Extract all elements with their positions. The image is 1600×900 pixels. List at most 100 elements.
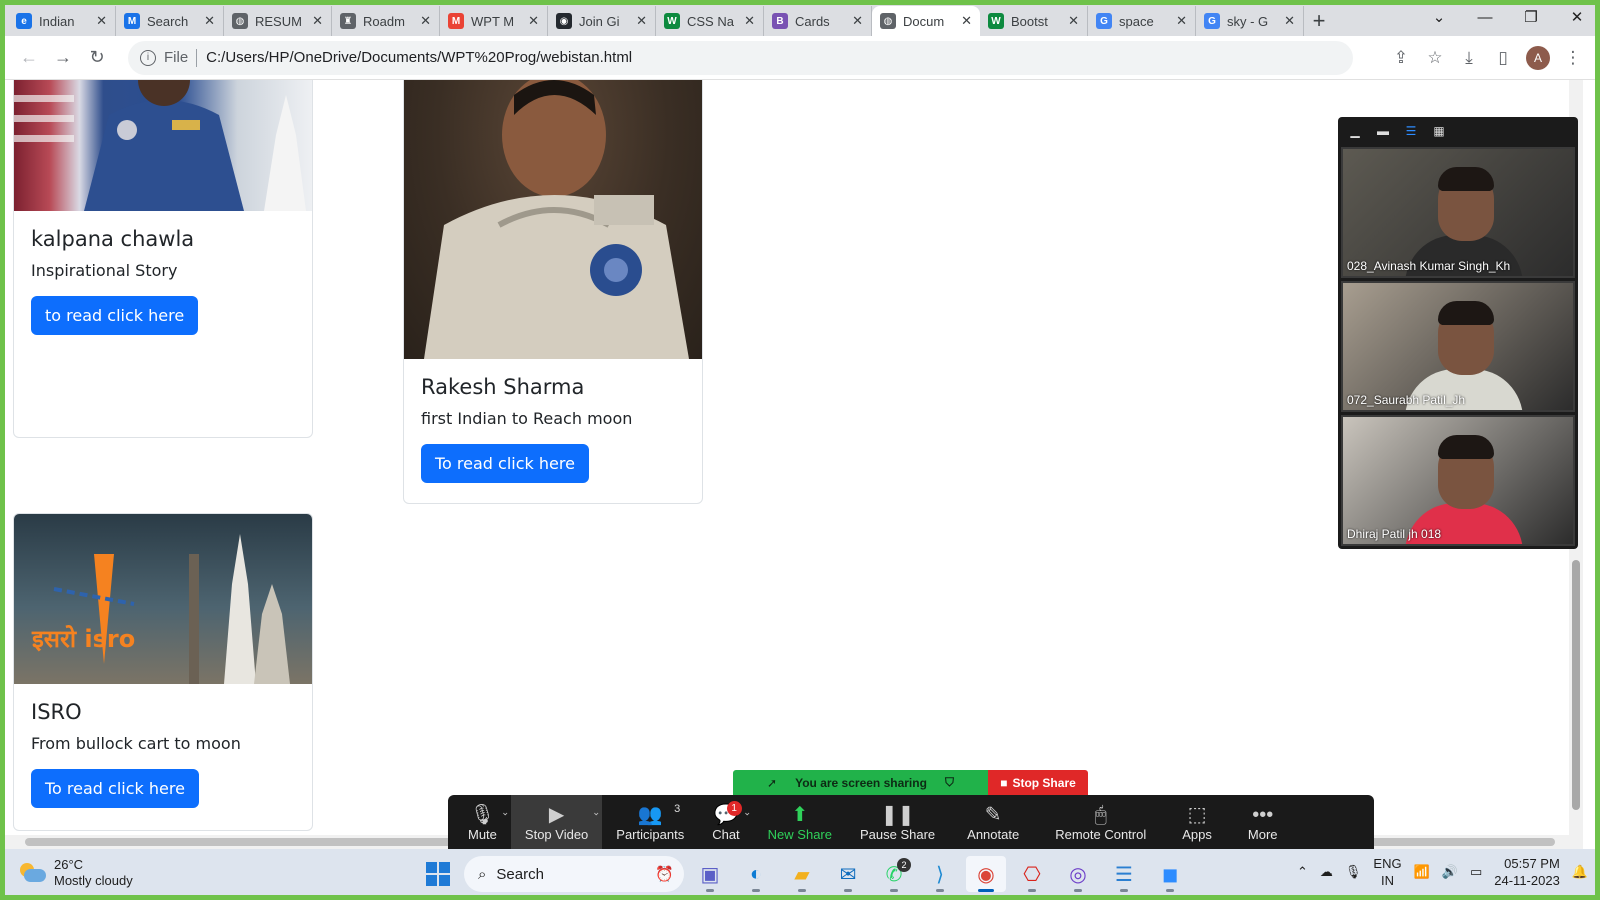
- speaker-view-icon[interactable]: ▬: [1374, 124, 1392, 138]
- chat-button[interactable]: 💬 Chat 1 ⌃: [698, 795, 753, 849]
- minimize-button[interactable]: —: [1462, 0, 1508, 34]
- tab-10[interactable]: Gspace ✕: [1088, 6, 1196, 36]
- url-text[interactable]: C:/Users/HP/OneDrive/Documents/WPT%20Pro…: [206, 49, 632, 66]
- taskbar-search[interactable]: ⌕ Search ⏰: [464, 856, 684, 892]
- chrome-icon[interactable]: ◉: [966, 856, 1006, 892]
- battery-icon[interactable]: ▭: [1470, 864, 1482, 880]
- apps-button[interactable]: ⬚ Apps: [1164, 795, 1230, 849]
- participant-video-tile[interactable]: 028_Avinash Kumar Singh_Kh: [1341, 147, 1575, 278]
- tab-close-icon[interactable]: ✕: [1284, 13, 1295, 29]
- volume-icon[interactable]: 🔊: [1442, 864, 1458, 880]
- acrobat-icon[interactable]: ⎔: [1012, 856, 1052, 892]
- vscode-icon[interactable]: ⟩: [920, 856, 960, 892]
- read-more-button[interactable]: to read click here: [31, 296, 199, 335]
- zoom-icon[interactable]: ◼: [1150, 856, 1190, 892]
- site-info-icon[interactable]: i: [140, 49, 156, 66]
- annotate-button[interactable]: ✎ Annotate: [949, 795, 1037, 849]
- whatsapp-icon[interactable]: ✆ 2: [874, 856, 914, 892]
- tab-4[interactable]: M WPT M ✕: [440, 6, 548, 36]
- teams-icon[interactable]: ▣: [690, 856, 730, 892]
- mute-button[interactable]: 🎙 Mute ⌃: [454, 795, 511, 849]
- weather-temp: 26°C: [54, 857, 84, 872]
- tab-favicon-icon: B: [772, 13, 788, 29]
- minimize-video-icon[interactable]: ▁: [1346, 124, 1364, 138]
- browser-toolbar: ← → ↻ i File C:/Users/HP/OneDrive/Docume…: [0, 36, 1600, 80]
- vertical-scroll-thumb[interactable]: [1572, 560, 1580, 810]
- read-more-button[interactable]: To read click here: [31, 769, 199, 808]
- menu-icon[interactable]: ⋮: [1556, 41, 1590, 75]
- options-caret-icon[interactable]: ⌃: [743, 805, 751, 816]
- tab-9[interactable]: W Bootst ✕: [980, 6, 1088, 36]
- read-more-button[interactable]: To read click here: [421, 444, 589, 483]
- participant-video-tile[interactable]: Dhiraj Patil jh 018: [1341, 415, 1575, 546]
- wifi-icon[interactable]: 📶: [1414, 864, 1430, 880]
- tab-6[interactable]: W CSS Na ✕: [656, 6, 764, 36]
- tab-3[interactable]: ♜ Roadm ✕: [332, 6, 440, 36]
- clock[interactable]: 05:57 PM 24-11-2023: [1494, 855, 1560, 889]
- tab-close-icon[interactable]: ✕: [961, 13, 972, 29]
- participants-button[interactable]: 👥 Participants 3: [602, 795, 698, 849]
- maximize-button[interactable]: ❐: [1508, 0, 1554, 34]
- github-desktop-icon[interactable]: ◎: [1058, 856, 1098, 892]
- participant-video-tile[interactable]: 072_Saurabh Patil_Jh: [1341, 281, 1575, 412]
- tab-close-icon[interactable]: ✕: [1068, 13, 1079, 29]
- edge-icon[interactable]: ◐: [736, 856, 776, 892]
- share-icon[interactable]: ⇪: [1384, 41, 1418, 75]
- close-window-button[interactable]: ✕: [1554, 0, 1600, 34]
- tab-close-icon[interactable]: ✕: [528, 13, 539, 29]
- profile-avatar[interactable]: A: [1526, 46, 1550, 70]
- zoom-video-panel[interactable]: ▁ ▬ ☰ ▦ 028_Avinash Kumar Singh_Kh 072_Sa…: [1338, 117, 1578, 549]
- tab-favicon-icon: W: [988, 13, 1004, 29]
- onedrive-icon[interactable]: ☁: [1320, 864, 1333, 880]
- file-explorer-icon[interactable]: ▰: [782, 856, 822, 892]
- new-tab-button[interactable]: +: [1304, 6, 1334, 36]
- share-arrow-icon: ➚: [767, 775, 778, 790]
- remote-control-button[interactable]: 🖱 Remote Control: [1037, 795, 1164, 849]
- side-panel-icon[interactable]: ▯: [1486, 41, 1520, 75]
- tab-close-icon[interactable]: ✕: [744, 13, 755, 29]
- show-hidden-icons-chevron[interactable]: ⌃: [1297, 864, 1308, 880]
- pause-share-button[interactable]: ❚❚ Pause Share: [846, 795, 949, 849]
- new-share-button[interactable]: ⬆ New Share: [754, 795, 846, 849]
- tab-close-icon[interactable]: ✕: [204, 13, 215, 29]
- tab-0[interactable]: e Indian ✕: [8, 6, 116, 36]
- microphone-icon[interactable]: 🎙: [1345, 864, 1362, 880]
- tab-2[interactable]: ◍ RESUM ✕: [224, 6, 332, 36]
- more-button[interactable]: ••• More: [1230, 795, 1296, 849]
- gallery-view-icon[interactable]: ▦: [1430, 124, 1448, 138]
- bookmark-star-icon[interactable]: ☆: [1418, 41, 1452, 75]
- language-indicator[interactable]: ENG IN: [1373, 855, 1401, 889]
- download-icon[interactable]: ⤓: [1452, 41, 1486, 75]
- taskbar-apps: ⌕ Search ⏰ ▣ ◐ ▰ ✉ ✆ 2 ⟩ ◉ ⎔ ◎ ☰ ◼: [418, 856, 1190, 892]
- card-title: Rakesh Sharma: [421, 375, 585, 399]
- start-button[interactable]: [418, 856, 458, 892]
- reload-button[interactable]: ↻: [80, 41, 114, 75]
- stop-video-button[interactable]: ▶ Stop Video ⌃: [510, 795, 603, 849]
- stop-share-button[interactable]: ■ Stop Share: [988, 770, 1088, 795]
- options-caret-icon[interactable]: ⌃: [501, 805, 509, 816]
- options-caret-icon[interactable]: ⌃: [592, 805, 600, 816]
- tab-strip: e Indian ✕ M Search ✕ ◍ RESUM ✕ ♜ Roadm ✕ M WPT M ✕ ◉ Jo…: [0, 0, 1600, 36]
- notepad-icon[interactable]: ☰: [1104, 856, 1144, 892]
- toolbar-label: Mute: [468, 826, 497, 842]
- tab-7[interactable]: B Cards ✕: [764, 6, 872, 36]
- back-button[interactable]: ←: [12, 41, 46, 75]
- weather-widget[interactable]: 26°C Mostly cloudy: [18, 857, 133, 889]
- tab-search-icon[interactable]: ⌄: [1416, 0, 1462, 34]
- tab-1[interactable]: M Search ✕: [116, 6, 224, 36]
- address-bar[interactable]: i File C:/Users/HP/OneDrive/Documents/WP…: [128, 40, 1353, 75]
- tab-11[interactable]: Gsky - G ✕: [1196, 6, 1304, 36]
- tab-close-icon[interactable]: ✕: [636, 13, 647, 29]
- tab-close-icon[interactable]: ✕: [420, 13, 431, 29]
- strip-view-icon[interactable]: ☰: [1402, 124, 1420, 138]
- mail-icon[interactable]: ✉: [828, 856, 868, 892]
- tab-close-icon[interactable]: ✕: [852, 13, 863, 29]
- tab-close-icon[interactable]: ✕: [312, 13, 323, 29]
- tab-close-icon[interactable]: ✕: [1176, 13, 1187, 29]
- tab-8[interactable]: ◍ Docum ✕: [872, 6, 980, 36]
- tab-close-icon[interactable]: ✕: [96, 13, 107, 29]
- notifications-icon[interactable]: 🔔: [1572, 864, 1588, 880]
- forward-button[interactable]: →: [46, 41, 80, 75]
- search-highlight-icon: ⏰: [655, 866, 674, 883]
- tab-5[interactable]: ◉ Join Gi ✕: [548, 6, 656, 36]
